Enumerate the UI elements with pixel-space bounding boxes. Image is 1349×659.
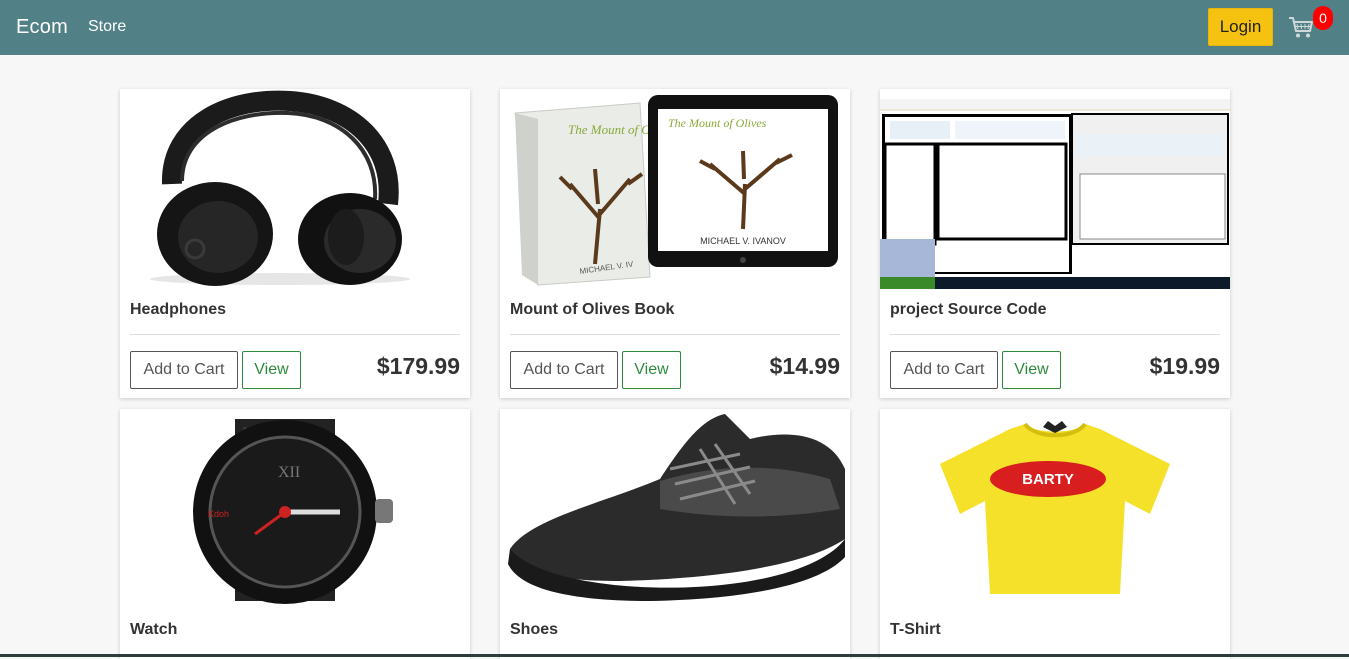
product-title[interactable]: Headphones (130, 301, 226, 319)
headphones-image[interactable] (120, 89, 470, 289)
view-button[interactable]: View (242, 351, 301, 389)
product-card-watch: XII Kdoh Watch (120, 409, 470, 659)
cart-count-badge: 0 (1313, 6, 1333, 30)
svg-text:Kdoh: Kdoh (208, 509, 229, 519)
product-price: $19.99 (1149, 353, 1220, 379)
tshirt-image[interactable]: BARTY (880, 409, 1230, 609)
add-to-cart-button[interactable]: Add to Cart (890, 351, 998, 389)
add-to-cart-button[interactable]: Add to Cart (130, 351, 238, 389)
shopping-cart-icon[interactable] (1288, 14, 1314, 40)
product-card-source-code: project Source Code Add to Cart View $19… (880, 89, 1230, 398)
product-title[interactable]: project Source Code (890, 301, 1046, 319)
product-card-tshirt: BARTY T-Shirt (880, 409, 1230, 659)
product-card-shoes: Shoes (500, 409, 850, 659)
product-price: $14.99 (769, 353, 840, 379)
svg-text:The Mount of Olives: The Mount of Olives (668, 116, 767, 130)
product-title[interactable]: Watch (130, 621, 177, 639)
card-divider (510, 334, 840, 335)
product-price: $179.99 (376, 353, 460, 379)
top-navbar: Ecom Store Login 0 (0, 0, 1349, 55)
product-title[interactable]: Shoes (510, 621, 558, 639)
product-card-headphones: Headphones Add to Cart View $179.99 (120, 89, 470, 398)
shoes-image[interactable] (500, 409, 850, 609)
view-button[interactable]: View (1002, 351, 1061, 389)
tshirt-print-text: BARTY (1022, 471, 1074, 488)
brand-logo[interactable]: Ecom (16, 16, 68, 39)
view-button[interactable]: View (622, 351, 681, 389)
source-code-screenshot-image[interactable] (880, 89, 1230, 289)
nav-store-link[interactable]: Store (88, 18, 126, 36)
svg-text:XII: XII (278, 464, 300, 481)
product-title[interactable]: T-Shirt (890, 621, 941, 639)
product-card-book: The Mount of Olives MICHAEL V. IV The Mo… (500, 89, 850, 398)
card-divider (890, 334, 1220, 335)
book-author-text: MICHAEL V. IVANOV (700, 236, 786, 246)
add-to-cart-button[interactable]: Add to Cart (510, 351, 618, 389)
login-button[interactable]: Login (1208, 8, 1273, 46)
watch-image[interactable]: XII Kdoh (120, 409, 470, 609)
card-divider (130, 334, 460, 335)
product-title[interactable]: Mount of Olives Book (510, 301, 674, 319)
book-image[interactable]: The Mount of Olives MICHAEL V. IV The Mo… (500, 89, 850, 289)
